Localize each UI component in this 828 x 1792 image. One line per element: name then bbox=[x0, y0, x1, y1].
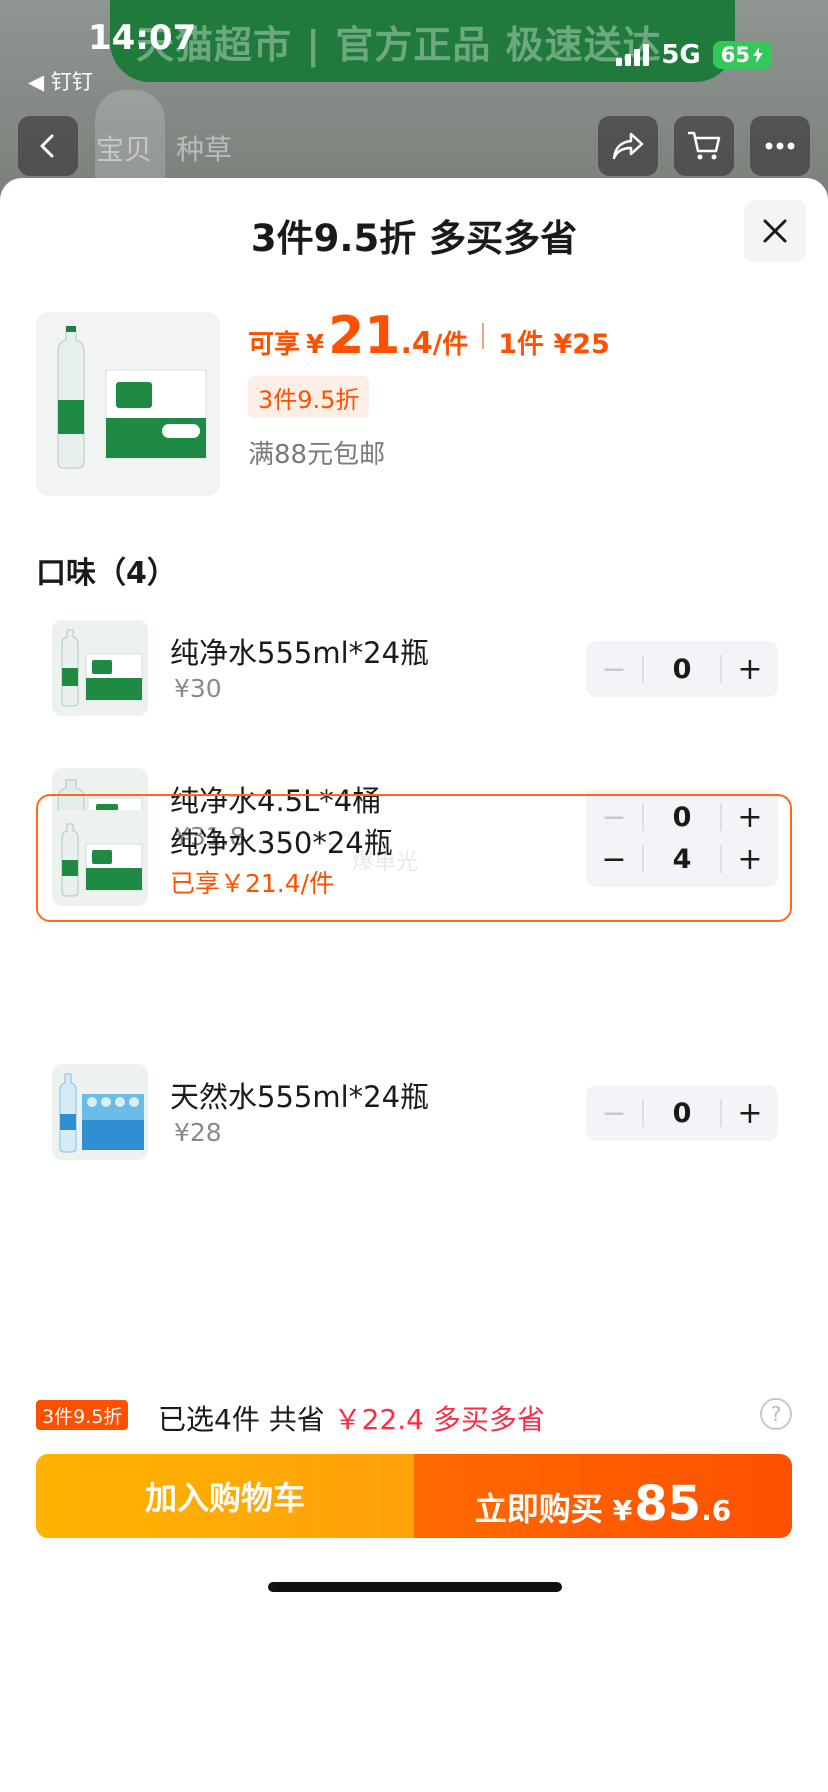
cart-button[interactable] bbox=[674, 116, 734, 176]
tab-grass[interactable]: 种草 bbox=[176, 128, 232, 168]
buy-now-price-integer: 85 bbox=[634, 1476, 702, 1532]
option-item[interactable]: 纯净水555ml*24瓶 ¥30 − 0 + bbox=[36, 604, 792, 732]
option-name: 天然水555ml*24瓶 bbox=[170, 1080, 430, 1114]
status-indicators: 5G 65 bbox=[616, 40, 772, 70]
help-icon[interactable]: ? bbox=[760, 1398, 792, 1430]
sheet-title: 3件9.5折 多买多省 bbox=[250, 217, 578, 260]
single-price: 1件 ¥25 bbox=[498, 329, 610, 360]
home-indicator[interactable] bbox=[268, 1582, 562, 1592]
price-integer: 21 bbox=[328, 306, 401, 366]
decrease-button[interactable]: − bbox=[586, 831, 642, 887]
option-image bbox=[52, 1064, 148, 1160]
decrease-button[interactable]: − bbox=[586, 641, 642, 697]
option-price: ¥30 bbox=[174, 674, 222, 703]
price-label: 可享 bbox=[248, 330, 301, 360]
close-button[interactable] bbox=[744, 200, 806, 262]
selection-summary: 3件9.5折 已选4件 共省 ￥22.4 多买多省 ? bbox=[36, 1398, 792, 1438]
increase-button[interactable]: + bbox=[722, 641, 778, 697]
nav-tabs: 宝贝 种草 bbox=[96, 128, 232, 168]
quantity-value[interactable]: 0 bbox=[644, 654, 720, 685]
summary-discount-tag: 3件9.5折 bbox=[36, 1400, 129, 1430]
battery-icon: 65 bbox=[712, 41, 772, 69]
signal-icon bbox=[616, 44, 650, 66]
cart-icon bbox=[688, 131, 721, 160]
increase-button[interactable]: + bbox=[722, 1085, 778, 1141]
back-to-app-link[interactable]: ◀ 钉钉 bbox=[28, 66, 93, 96]
promo-bottom-sheet: 3件9.5折 多买多省 可享 ¥ 21 .4 /件 1件 ¥25 3件9.5折 … bbox=[0, 178, 828, 1792]
buy-now-price-decimal: .6 bbox=[701, 1494, 732, 1527]
price-currency: ¥ bbox=[306, 330, 325, 360]
quantity-stepper: − 0 + bbox=[586, 641, 778, 697]
option-image bbox=[52, 810, 148, 906]
discount-tag: 3件9.5折 bbox=[248, 376, 370, 418]
option-price: 已享￥21.4/件 bbox=[170, 869, 335, 898]
action-bar: 加入购物车 立即购买 ¥ 85 .6 bbox=[36, 1454, 792, 1538]
option-item-selected[interactable]: 纯净水350*24瓶 已享￥21.4/件 − 4 + bbox=[36, 794, 792, 922]
summary-text: 已选4件 共省 ￥22.4 多买多省 bbox=[158, 1398, 545, 1438]
shipping-info: 满88元包邮 bbox=[248, 440, 386, 470]
option-item[interactable]: 天然水555ml*24瓶 ¥28 − 0 + bbox=[36, 1048, 792, 1176]
option-price: ¥28 bbox=[174, 1118, 222, 1147]
product-navbar: 宝贝 种草 bbox=[0, 116, 828, 180]
price-decimal: .4 bbox=[400, 326, 433, 361]
buy-now-currency: ¥ bbox=[612, 1494, 633, 1527]
background-page: 天猫超市 | 官方正品 极速送达 14:07 ◀ 钉钉 5G 65 宝贝 种草 bbox=[0, 0, 828, 200]
quantity-stepper: − 0 + bbox=[586, 1085, 778, 1141]
battery-level: 65 bbox=[720, 43, 750, 67]
price-line: 可享 ¥ 21 .4 /件 1件 ¥25 bbox=[248, 306, 610, 366]
share-icon bbox=[612, 132, 644, 160]
quantity-value[interactable]: 4 bbox=[644, 844, 720, 875]
option-name: 纯净水555ml*24瓶 bbox=[170, 636, 430, 670]
saved-amount: ￥22.4 多买多省 bbox=[333, 1403, 545, 1436]
more-icon bbox=[765, 142, 795, 150]
status-time: 14:07 bbox=[88, 18, 197, 58]
close-icon bbox=[763, 219, 787, 243]
tab-baby[interactable]: 宝贝 bbox=[96, 128, 152, 168]
selected-count: 已选4件 共省 bbox=[158, 1403, 325, 1436]
buy-now-label: 立即购买 bbox=[474, 1490, 603, 1528]
more-button[interactable] bbox=[750, 116, 810, 176]
back-button[interactable] bbox=[18, 116, 78, 176]
buy-now-button[interactable]: 立即购买 ¥ 85 .6 bbox=[414, 1454, 792, 1538]
price-unit: /件 bbox=[432, 330, 469, 360]
add-to-cart-button[interactable]: 加入购物车 bbox=[36, 1454, 414, 1538]
product-image bbox=[36, 312, 220, 496]
option-image bbox=[52, 620, 148, 716]
price-divider bbox=[482, 323, 485, 349]
decrease-button[interactable]: − bbox=[586, 1085, 642, 1141]
quantity-stepper: − 4 + bbox=[586, 831, 778, 887]
flavor-section-title: 口味（4） bbox=[36, 556, 177, 591]
quantity-value[interactable]: 0 bbox=[644, 1098, 720, 1129]
share-button[interactable] bbox=[598, 116, 658, 176]
option-name: 纯净水350*24瓶 bbox=[170, 826, 393, 860]
increase-button[interactable]: + bbox=[722, 831, 778, 887]
chevron-left-icon bbox=[40, 134, 54, 158]
network-type: 5G bbox=[661, 40, 701, 70]
